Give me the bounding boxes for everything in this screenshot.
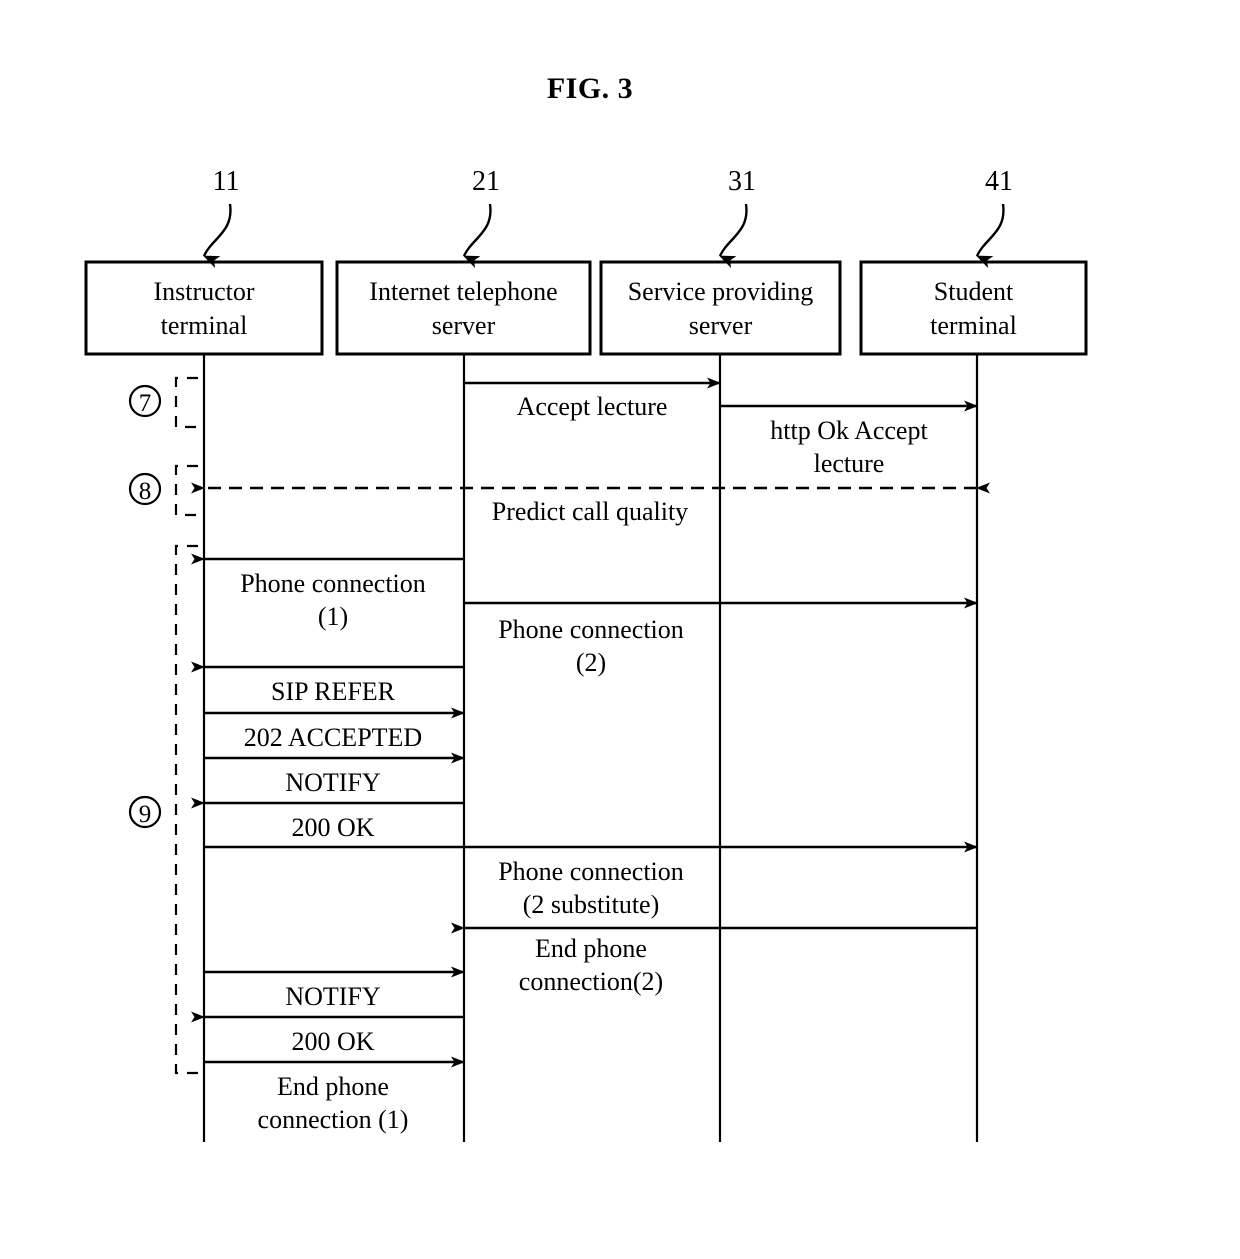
node-box [599,260,842,356]
message-label: End phone [277,1072,389,1101]
ref-numeral-text: 41 [985,166,1013,197]
ref-numeral-21: 21 [462,166,500,269]
message-202-accepted: 202 ACCEPTED [204,707,465,752]
message-label: 200 OK [291,1027,374,1056]
message-end-phone-connection-1: End phone connection (1) [204,1056,465,1134]
message-label: (2 substitute) [523,890,660,919]
step-markers: 7 8 9 [128,376,198,1075]
message-label: connection(2) [519,967,663,996]
step-bracket [174,464,198,517]
message-label: NOTIFY [285,982,381,1011]
message-label: Predict call quality [492,497,688,526]
ref-leader-line [462,203,492,269]
message-label: 202 ACCEPTED [244,723,422,752]
message-notify-1: NOTIFY [204,752,465,797]
message-label: Phone connection [498,857,684,886]
node-41: Student terminal [859,260,1088,356]
node-label-line1: Internet telephone [369,277,557,306]
node-11: Instructor terminal [84,260,324,356]
node-21: Internet telephone server [335,260,592,356]
message-label: NOTIFY [285,768,381,797]
message-label: Phone connection [240,569,426,598]
node-label-line2: server [689,311,753,340]
message-label: (2) [576,648,606,677]
message-sip-refer: SIP REFER [191,661,464,706]
step-marker-7: 7 [128,376,198,429]
message-label: connection (1) [258,1105,409,1134]
message-label: End phone [535,934,647,963]
message-label: SIP REFER [271,677,396,706]
ref-numeral-11: 11 [202,166,240,269]
message-200-ok-2: 200 OK [191,1011,464,1056]
ref-numeral-31: 31 [718,166,756,269]
message-phone-connection-2-substitute: Phone connection (2 substitute) [204,841,978,919]
ref-numeral-text: 31 [728,166,756,197]
ref-leader-line [202,203,232,269]
message-http-ok-accept-lecture: http Ok Accept lecture [720,400,978,478]
node-label-line2: terminal [161,311,248,340]
message-label: Accept lecture [517,392,668,421]
step-bracket [174,376,198,429]
node-box [335,260,592,356]
message-accept-lecture: Accept lecture [464,377,721,421]
message-label: http Ok Accept [770,416,928,445]
reference-numerals: 11 21 31 41 [202,166,1013,269]
message-label: Phone connection [498,615,684,644]
lifeline-nodes: Instructor terminal Internet telephone serv… [84,260,1088,356]
message-notify-2: NOTIFY [204,966,465,1011]
step-bracket [174,544,198,1075]
ref-numeral-text: 21 [472,166,500,197]
node-31: Service providing server [599,260,842,356]
step-number: 7 [139,390,152,417]
message-predict-call-quality: Predict call quality [191,482,990,526]
node-box [859,260,1088,356]
step-number: 8 [139,478,152,505]
node-label-line1: Student [934,277,1014,306]
message-phone-connection-1: Phone connection (1) [191,553,464,631]
node-label-line1: Instructor [153,277,254,306]
message-label: lecture [814,449,885,478]
patent-figure-page: FIG. 3 Instructor terminal Internet teleph… [0,0,1240,1259]
node-label-line2: terminal [930,311,1017,340]
sequence-diagram: Instructor terminal Internet telephone serv… [84,166,1088,1142]
ref-numeral-41: 41 [975,166,1013,269]
step-marker-8: 8 [128,464,198,517]
message-label: (1) [318,602,348,631]
message-200-ok-1: 200 OK [191,797,464,842]
ref-numeral-text: 11 [213,166,240,197]
node-box [84,260,324,356]
node-label-line1: Service providing [628,277,814,306]
message-label: 200 OK [291,813,374,842]
ref-leader-line [975,203,1005,269]
node-label-line2: server [432,311,496,340]
step-number: 9 [139,801,152,828]
ref-leader-line [718,203,748,269]
step-marker-9: 9 [128,544,198,1075]
messages: Accept lecture http Ok Accept lecture Predi… [191,377,990,1134]
